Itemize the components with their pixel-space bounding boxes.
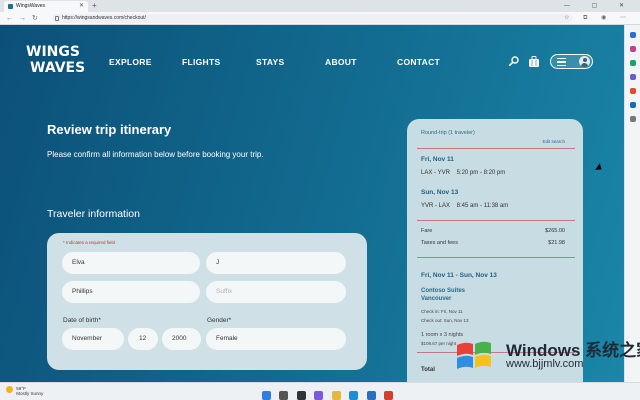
page-subtitle: Please confirm all information below bef…: [47, 150, 264, 159]
watermark-url: www.bjjmlv.com: [506, 358, 584, 370]
weather-widget[interactable]: 59°F Mostly Sunny: [6, 386, 43, 396]
middle-initial-field[interactable]: J: [206, 252, 346, 274]
outlook-sidebar-icon[interactable]: [629, 102, 636, 108]
leg1-route: LAX - YVR 5:20 pm - 8:20 pm: [421, 170, 506, 176]
nav-flights[interactable]: FLIGHTS: [182, 57, 220, 67]
hotel-name: Contoso Suites: [421, 288, 466, 294]
total-label: Total: [421, 367, 435, 373]
page-title: Review trip itinerary: [47, 122, 172, 137]
browser-tab[interactable]: WingsWaves ✕: [4, 1, 88, 12]
dob-month-field[interactable]: November: [62, 328, 124, 350]
divider: [417, 257, 575, 258]
site-favicon-icon: [8, 4, 13, 9]
browser-tools[interactable]: ☆ ⧉ ◉ ⋯: [564, 14, 632, 23]
address-bar: ← → ↻ https://wingsandwaves.com/checkout…: [0, 12, 640, 25]
tab-title: WingsWaves: [16, 3, 45, 9]
web-page: WINGS WAVES EXPLORE FLIGHTS STAYS ABOUT …: [0, 25, 624, 382]
forward-icon[interactable]: →: [19, 13, 26, 24]
taxes-row: Taxes and fees $21.98: [421, 240, 565, 246]
search-taskbar-icon[interactable]: [279, 391, 289, 400]
refresh-icon[interactable]: ↻: [32, 13, 38, 24]
close-tab-icon[interactable]: ✕: [79, 1, 84, 12]
dob-label: Date of birth*: [63, 317, 101, 324]
menu-icon: [557, 58, 566, 68]
avatar-icon: [579, 56, 590, 67]
check-out: Check out: Sun, Nov 13: [421, 318, 469, 323]
taskbar: 59°F Mostly Sunny: [0, 382, 640, 400]
windows-logo-icon: [457, 341, 491, 369]
edge-icon[interactable]: [349, 391, 359, 400]
edit-search-link[interactable]: Edit search: [542, 139, 565, 144]
section-title: Traveler information: [47, 208, 140, 220]
site-logo[interactable]: WINGS WAVES: [26, 44, 85, 82]
browser-sidebar: [624, 25, 640, 382]
store-icon[interactable]: [366, 391, 376, 400]
mouse-cursor: [595, 163, 604, 173]
traveler-form: * Indicates a required field Elva J Phil…: [47, 233, 367, 370]
suffix-field[interactable]: Suffix: [206, 281, 346, 303]
nav-stays[interactable]: STAYS: [256, 57, 284, 67]
nav-explore[interactable]: EXPLORE: [109, 57, 152, 67]
office-sidebar-icon[interactable]: [629, 88, 636, 94]
gender-select[interactable]: Female: [206, 328, 346, 350]
sun-icon: [6, 386, 13, 393]
nav-contact[interactable]: CONTACT: [397, 57, 440, 67]
dob-year-field[interactable]: 2000: [162, 328, 201, 350]
dob-day-field[interactable]: 12: [128, 328, 158, 350]
divider: [417, 220, 575, 221]
task-view-icon[interactable]: [296, 391, 306, 400]
gender-label: Gender*: [207, 317, 232, 324]
stay-dates: Fri, Nov 11 - Sun, Nov 13: [421, 272, 497, 279]
add-sidebar-icon[interactable]: [629, 116, 636, 122]
leg2-date: Sun, Nov 13: [421, 189, 459, 196]
first-name-field[interactable]: Elva: [62, 252, 200, 274]
collections-sidebar-icon[interactable]: [629, 46, 636, 52]
nav-about[interactable]: ABOUT: [325, 57, 357, 67]
search-sidebar-icon[interactable]: [629, 32, 636, 38]
window-controls[interactable]: — ▢ ✕: [564, 0, 634, 12]
shopping-sidebar-icon[interactable]: [629, 60, 636, 66]
lock-icon: [55, 16, 59, 21]
leg2-route: YVR - LAX 8:45 am - 11:38 am: [421, 203, 509, 209]
divider: [417, 148, 575, 149]
search-icon[interactable]: [509, 56, 519, 66]
leg1-date: Fri, Nov 11: [421, 156, 454, 163]
last-name-field[interactable]: Phillips: [62, 281, 200, 303]
required-note: * Indicates a required field: [63, 240, 116, 245]
check-in: Check in: Fri, Nov 11: [421, 309, 463, 314]
office-icon[interactable]: [384, 391, 394, 400]
tools-sidebar-icon[interactable]: [629, 74, 636, 80]
file-explorer-icon[interactable]: [331, 391, 341, 400]
watermark: Windows 系统之家 www.bjjmlv.com: [448, 332, 640, 380]
chat-icon[interactable]: [314, 391, 324, 400]
start-icon[interactable]: [262, 391, 271, 400]
fare-row: Fare $265.00: [421, 228, 565, 234]
taskbar-apps: [262, 387, 397, 400]
trip-type: Round-trip (1 traveler): [421, 130, 475, 136]
url-text: https://wingsandwaves.com/checkout/: [62, 15, 146, 21]
luggage-icon[interactable]: [528, 56, 540, 67]
url-field[interactable]: https://wingsandwaves.com/checkout/: [52, 14, 572, 23]
browser-tab-bar: WingsWaves ✕ + — ▢ ✕: [0, 0, 640, 12]
back-icon[interactable]: ←: [6, 13, 13, 24]
new-tab-button[interactable]: +: [92, 0, 97, 12]
account-menu-button[interactable]: [550, 54, 593, 69]
hotel-city: Vancouver: [421, 296, 452, 302]
